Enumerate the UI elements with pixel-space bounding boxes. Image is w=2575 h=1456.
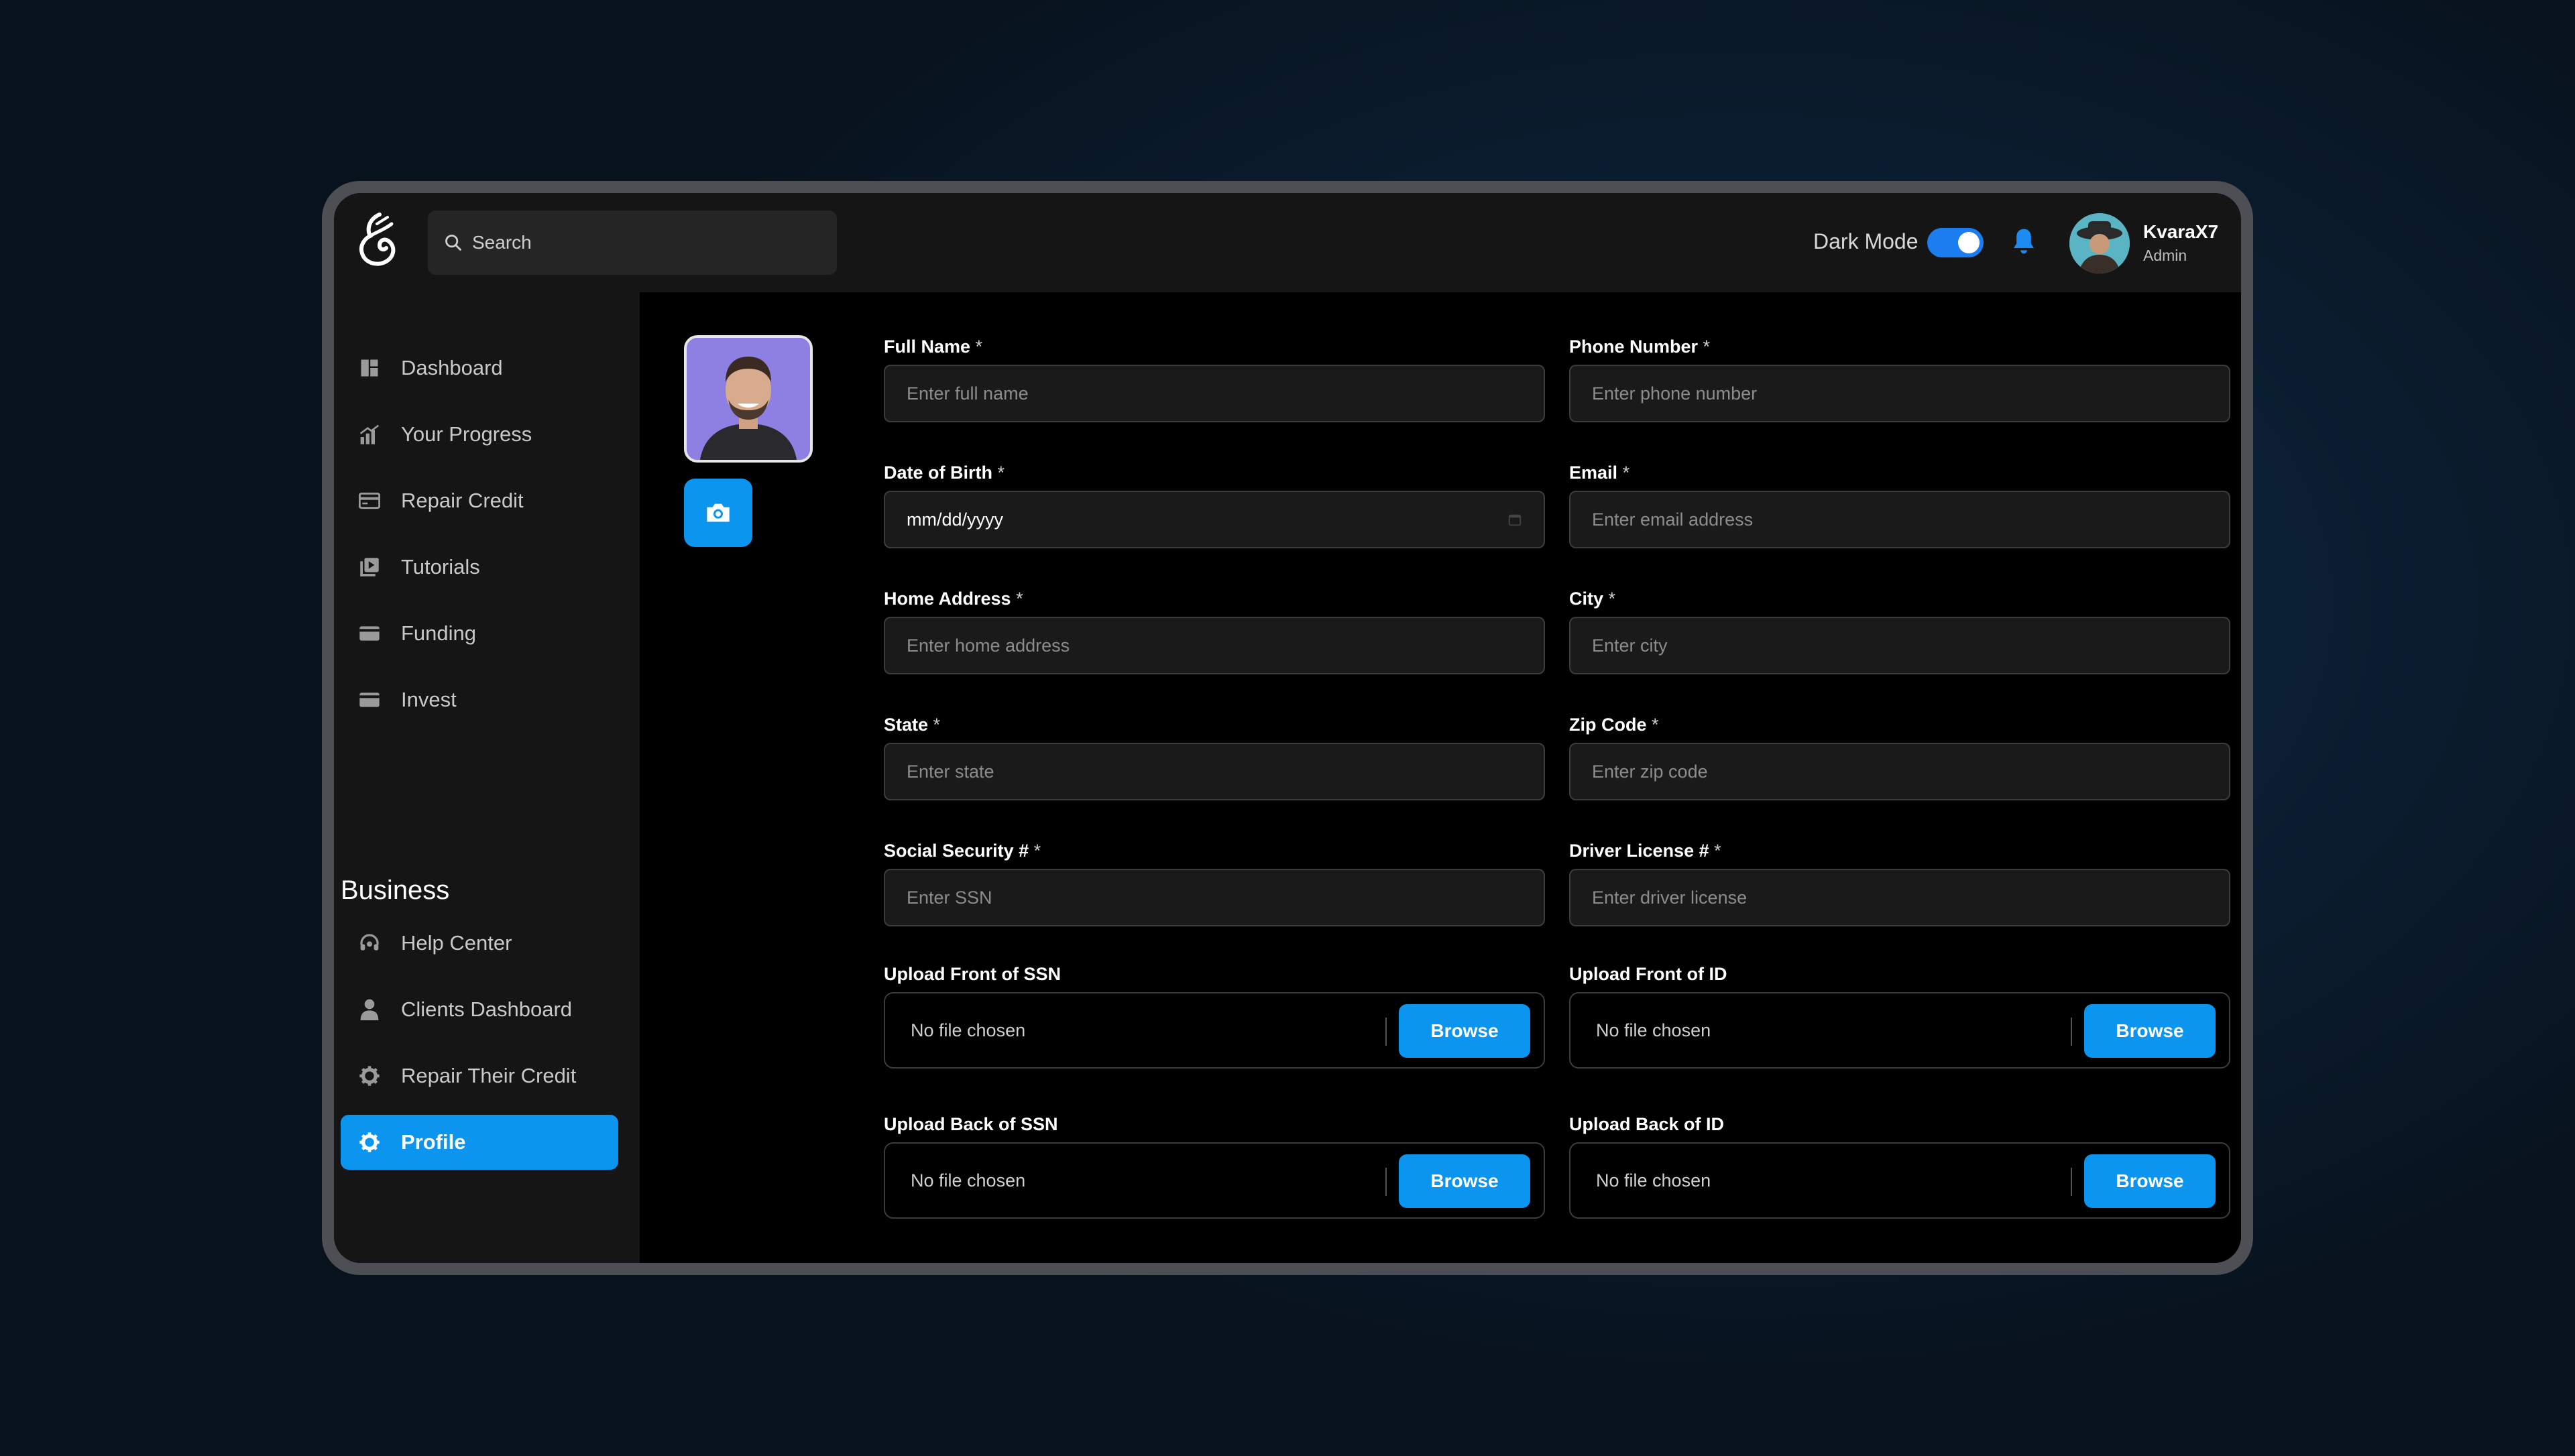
full-name-input[interactable]: [884, 365, 1545, 422]
full-name-label: Full Name *: [884, 337, 983, 357]
sidebar-item-invest[interactable]: Invest: [341, 672, 618, 727]
upload-front-id-label: Upload Front of ID: [1569, 964, 1727, 984]
toggle-knob: [1958, 232, 1980, 253]
card-icon: [358, 622, 381, 645]
divider: [2071, 1168, 2072, 1196]
user-icon: [358, 998, 381, 1021]
city-label: City *: [1569, 589, 1616, 609]
brand-logo-icon[interactable]: [350, 209, 409, 274]
dashboard-icon: [358, 357, 381, 379]
upload-front-ssn-field[interactable]: No file chosen Browse: [884, 992, 1545, 1069]
email-input[interactable]: [1569, 491, 2230, 548]
home-address-input[interactable]: [884, 617, 1545, 674]
ssn-input[interactable]: [884, 869, 1545, 926]
no-file-text: No file chosen: [1596, 1020, 1711, 1040]
dob-label: Date of Birth *: [884, 463, 1005, 483]
dob-value: mm/dd/yyyy: [907, 509, 1004, 530]
chart-icon: [358, 423, 381, 446]
dob-input[interactable]: mm/dd/yyyy: [884, 491, 1545, 548]
dark-mode-label: Dark Mode: [1813, 229, 1919, 253]
no-file-text: No file chosen: [911, 1020, 1026, 1040]
home-address-label: Home Address *: [884, 589, 1023, 609]
upload-back-ssn-label: Upload Back of SSN: [884, 1114, 1058, 1134]
user-avatar[interactable]: [2069, 213, 2130, 274]
sidebar-item-profile[interactable]: Profile: [341, 1115, 618, 1170]
user-role: Admin: [2143, 247, 2187, 264]
top-bar: Dark Mode KvaraX7 Admin: [334, 193, 2241, 292]
business-section-title: Business: [341, 875, 450, 905]
browse-front-id-button[interactable]: Browse: [2084, 1004, 2216, 1058]
divider: [1385, 1018, 1387, 1046]
sidebar-item-label: Repair Credit: [401, 489, 524, 512]
profile-photo-image-icon: [687, 338, 810, 460]
phone-input[interactable]: [1569, 365, 2230, 422]
search-input[interactable]: [471, 231, 822, 254]
browse-back-id-button[interactable]: Browse: [2084, 1154, 2216, 1208]
upload-back-id-label: Upload Back of ID: [1569, 1114, 1725, 1134]
email-label: Email *: [1569, 463, 1630, 483]
no-file-text: No file chosen: [1596, 1170, 1711, 1191]
license-input[interactable]: [1569, 869, 2230, 926]
device-frame: Dark Mode KvaraX7 Admin: [322, 181, 2253, 1275]
sidebar-item-label: Clients Dashboard: [401, 997, 573, 1021]
no-file-text: No file chosen: [911, 1170, 1026, 1191]
search-icon: [445, 235, 461, 251]
dark-mode-toggle[interactable]: [1927, 228, 1984, 257]
notification-bell-icon[interactable]: [2010, 227, 2037, 256]
city-input[interactable]: [1569, 617, 2230, 674]
sidebar-item-label: Tutorials: [401, 555, 480, 579]
sidebar: Dashboard Your Progress Repair Credit Tu…: [334, 292, 640, 1263]
upload-back-ssn-field[interactable]: No file chosen Browse: [884, 1142, 1545, 1219]
headset-icon: [358, 932, 381, 955]
phone-label: Phone Number *: [1569, 337, 1711, 357]
sidebar-item-label: Your Progress: [401, 422, 532, 446]
sidebar-item-dashboard[interactable]: Dashboard: [341, 341, 618, 396]
profile-photo: [684, 335, 813, 463]
camera-icon: [707, 503, 730, 522]
sidebar-item-funding[interactable]: Funding: [341, 606, 618, 661]
divider: [1385, 1168, 1387, 1196]
video-library-icon: [358, 556, 381, 579]
upload-back-id-field[interactable]: No file chosen Browse: [1569, 1142, 2230, 1219]
state-label: State *: [884, 715, 941, 735]
sidebar-item-help-center[interactable]: Help Center: [341, 916, 618, 971]
divider: [2071, 1018, 2072, 1046]
card-icon: [358, 489, 381, 512]
upload-front-id-field[interactable]: No file chosen Browse: [1569, 992, 2230, 1069]
app-screen: Dark Mode KvaraX7 Admin: [334, 193, 2241, 1263]
sidebar-item-tutorials[interactable]: Tutorials: [341, 540, 618, 595]
gear-icon: [358, 1131, 381, 1154]
calendar-icon[interactable]: [1507, 512, 1522, 527]
card-icon: [358, 688, 381, 711]
gear-icon: [358, 1065, 381, 1087]
sidebar-item-label: Funding: [401, 621, 477, 645]
user-name: KvaraX7: [2143, 221, 2219, 242]
avatar-image-icon: [2069, 213, 2130, 274]
sidebar-item-label: Repair Their Credit: [401, 1064, 577, 1087]
profile-content: Full Name * Phone Number * Date of Birth…: [640, 292, 2241, 1263]
sidebar-item-label: Profile: [401, 1130, 466, 1154]
sidebar-item-repair-their-credit[interactable]: Repair Their Credit: [341, 1048, 618, 1103]
search-bar[interactable]: [428, 210, 837, 275]
ssn-label: Social Security # *: [884, 841, 1041, 861]
sidebar-item-label: Dashboard: [401, 356, 503, 379]
zip-input[interactable]: [1569, 743, 2230, 800]
state-input[interactable]: [884, 743, 1545, 800]
sidebar-item-repair-credit[interactable]: Repair Credit: [341, 473, 618, 528]
sidebar-item-label: Help Center: [401, 931, 512, 955]
upload-front-ssn-label: Upload Front of SSN: [884, 964, 1061, 984]
sidebar-item-clients-dashboard[interactable]: Clients Dashboard: [341, 982, 618, 1037]
change-photo-button[interactable]: [684, 479, 752, 547]
sidebar-item-your-progress[interactable]: Your Progress: [341, 407, 618, 462]
license-label: Driver License # *: [1569, 841, 1721, 861]
browse-back-ssn-button[interactable]: Browse: [1399, 1154, 1530, 1208]
sidebar-item-label: Invest: [401, 688, 457, 711]
zip-label: Zip Code *: [1569, 715, 1659, 735]
browse-front-ssn-button[interactable]: Browse: [1399, 1004, 1530, 1058]
